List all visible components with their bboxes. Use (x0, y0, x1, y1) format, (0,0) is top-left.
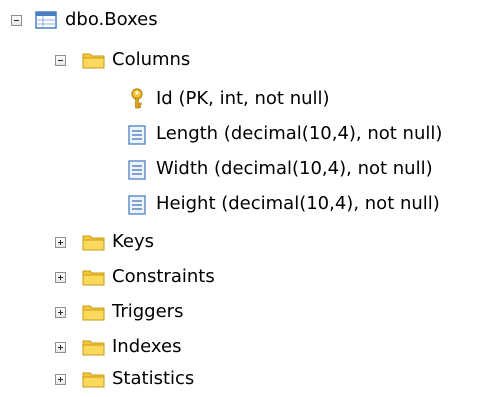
expand-toggle[interactable] (55, 374, 66, 385)
tree-node-column-width[interactable]: Width (decimal(10,4), not null) (0, 152, 492, 186)
folder-icon (82, 232, 105, 252)
tree-node-column-length[interactable]: Length (decimal(10,4), not null) (0, 117, 492, 151)
tree-node-statistics[interactable]: Statistics (0, 362, 230, 396)
tree-node-label: Width (decimal(10,4), not null) (156, 158, 433, 179)
tree-node-indexes[interactable]: Indexes (0, 330, 230, 364)
tree-node-label: Constraints (112, 266, 215, 287)
expand-toggle[interactable] (55, 272, 66, 283)
folder-icon (82, 302, 105, 322)
tree-node-label: Id (PK, int, not null) (156, 88, 330, 109)
expand-toggle[interactable] (55, 237, 66, 248)
column-icon (128, 195, 150, 215)
folder-icon (82, 50, 105, 70)
expand-toggle[interactable] (55, 307, 66, 318)
column-icon (128, 160, 150, 180)
tree-node-column-id[interactable]: Id (PK, int, not null) (0, 82, 420, 116)
object-explorer-tree: dbo.Boxes Columns Id (PK, int, not null) (0, 0, 492, 397)
primary-key-icon (126, 88, 148, 109)
collapse-toggle[interactable] (55, 55, 66, 66)
collapse-toggle[interactable] (11, 15, 22, 26)
tree-node-label: Statistics (112, 368, 195, 389)
tree-node-label: Indexes (112, 336, 182, 357)
tree-node-label: Height (decimal(10,4), not null) (156, 193, 440, 214)
folder-icon (82, 369, 105, 389)
tree-node-column-height[interactable]: Height (decimal(10,4), not null) (0, 187, 492, 221)
tree-node-keys[interactable]: Keys (0, 225, 200, 259)
tree-node-label: Columns (112, 49, 191, 70)
expand-toggle[interactable] (55, 342, 66, 353)
tree-node-label: Length (decimal(10,4), not null) (156, 123, 443, 144)
tree-node-label: Triggers (112, 301, 184, 322)
tree-node-label: dbo.Boxes (65, 9, 158, 30)
tree-node-constraints[interactable]: Constraints (0, 260, 260, 294)
table-icon (35, 10, 57, 30)
tree-node-columns[interactable]: Columns (0, 43, 230, 77)
tree-node-triggers[interactable]: Triggers (0, 295, 230, 329)
folder-icon (82, 267, 105, 287)
column-icon (128, 125, 150, 145)
tree-node-label: Keys (112, 231, 155, 252)
folder-icon (82, 337, 105, 357)
tree-node-dbo-boxes[interactable]: dbo.Boxes (0, 3, 200, 37)
